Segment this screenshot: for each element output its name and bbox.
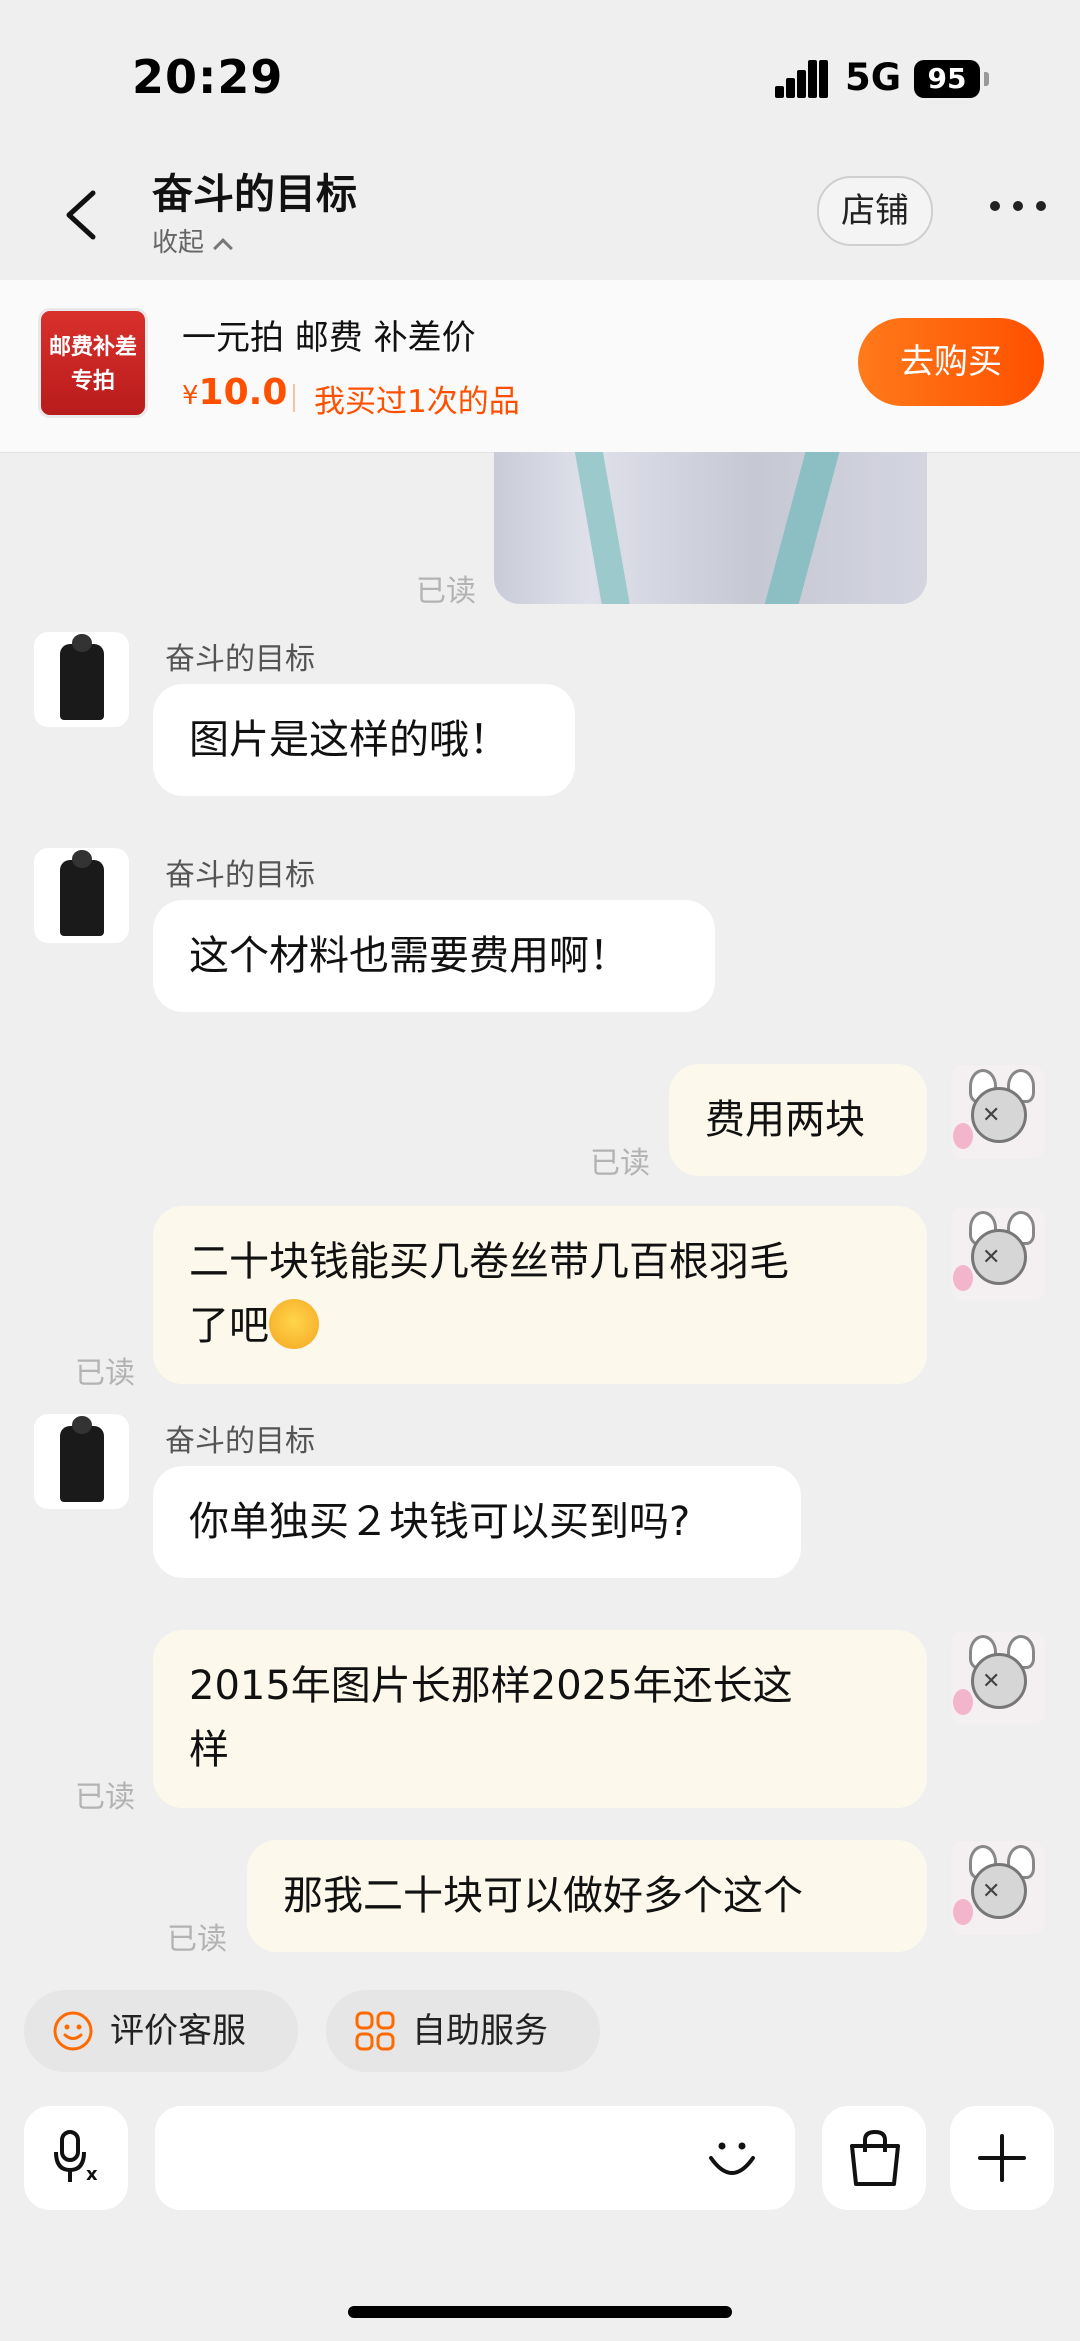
message-input[interactable] <box>155 2106 795 2210</box>
svg-text:x: x <box>86 2164 98 2185</box>
product-name: 一元拍 邮费 补差价 <box>182 318 476 358</box>
emoji-icon[interactable] <box>705 2132 759 2186</box>
user-avatar[interactable]: ✕ <box>950 1630 1046 1726</box>
self-service-label: 自助服务 <box>412 2011 548 2051</box>
message-bubble[interactable]: 这个材料也需要费用啊！ <box>153 900 715 1012</box>
status-time: 20:29 <box>132 50 284 104</box>
voice-input-button[interactable]: x <box>24 2106 128 2210</box>
shopping-bag-icon <box>850 2129 900 2186</box>
product-card[interactable]: 邮费补差 专拍 一元拍 邮费 补差价 ¥10.0 我买过1次的品 去购买 <box>0 280 1080 453</box>
read-receipt: 已读 <box>590 1146 650 1181</box>
status-bar: 20:29 5G 95 <box>0 0 1080 150</box>
purchase-history-note: 我买过1次的品 <box>314 384 520 420</box>
product-image[interactable]: 邮费补差 专拍 <box>38 308 148 418</box>
collapse-label: 收起 <box>152 228 205 258</box>
read-receipt: 已读 <box>75 1356 135 1391</box>
store-button[interactable]: 店铺 <box>817 176 933 246</box>
sender-name: 奋斗的目标 <box>165 642 315 677</box>
signal-icon <box>775 60 829 98</box>
seller-avatar[interactable] <box>34 848 129 943</box>
home-indicator <box>348 2306 732 2318</box>
sender-name: 奋斗的目标 <box>165 858 315 893</box>
back-arrow-icon[interactable] <box>55 185 115 245</box>
user-avatar[interactable]: ✕ <box>950 1840 1046 1936</box>
message-bubble[interactable]: 费用两块 <box>669 1064 927 1176</box>
smiley-icon <box>53 2011 93 2051</box>
chevron-up-icon <box>213 238 233 258</box>
chat-title: 奋斗的目标 <box>152 170 357 218</box>
more-icon[interactable] <box>990 195 1046 219</box>
seller-avatar[interactable] <box>34 632 129 727</box>
microphone-icon: x <box>54 2130 98 2185</box>
message-bubble[interactable]: 二十块钱能买几卷丝带几百根羽毛 了吧 <box>153 1206 927 1384</box>
plus-icon <box>978 2134 1026 2182</box>
user-avatar[interactable]: ✕ <box>950 1206 1046 1302</box>
image-message[interactable] <box>494 452 927 604</box>
battery-tip <box>984 72 989 86</box>
sender-name: 奋斗的目标 <box>165 1424 315 1459</box>
grid-apps-icon <box>355 2011 395 2051</box>
read-receipt: 已读 <box>416 574 476 609</box>
read-receipt: 已读 <box>75 1780 135 1815</box>
divider <box>293 384 295 412</box>
read-receipt: 已读 <box>167 1922 227 1957</box>
buy-button[interactable]: 去购买 <box>858 318 1044 406</box>
message-bubble[interactable]: 那我二十块可以做好多个这个 <box>247 1840 927 1952</box>
network-type: 5G <box>845 56 902 99</box>
rate-service-button[interactable]: 评价客服 <box>24 1990 298 2072</box>
message-bubble[interactable]: 你单独买２块钱可以买到吗? <box>153 1466 801 1578</box>
smiling-face-emoji-icon <box>269 1299 319 1349</box>
message-bubble[interactable]: 2015年图片长那样2025年还长这 样 <box>153 1630 927 1808</box>
product-price: ¥10.0 <box>182 372 288 413</box>
seller-avatar[interactable] <box>34 1414 129 1509</box>
message-bubble[interactable]: 图片是这样的哦！ <box>153 684 575 796</box>
rate-service-label: 评价客服 <box>110 2011 246 2051</box>
user-avatar[interactable]: ✕ <box>950 1064 1046 1160</box>
add-button[interactable] <box>950 2106 1054 2210</box>
battery-icon: 95 <box>914 60 980 98</box>
self-service-button[interactable]: 自助服务 <box>326 1990 600 2072</box>
collapse-toggle[interactable]: 收起 <box>152 222 233 259</box>
shopping-bag-button[interactable] <box>822 2106 926 2210</box>
